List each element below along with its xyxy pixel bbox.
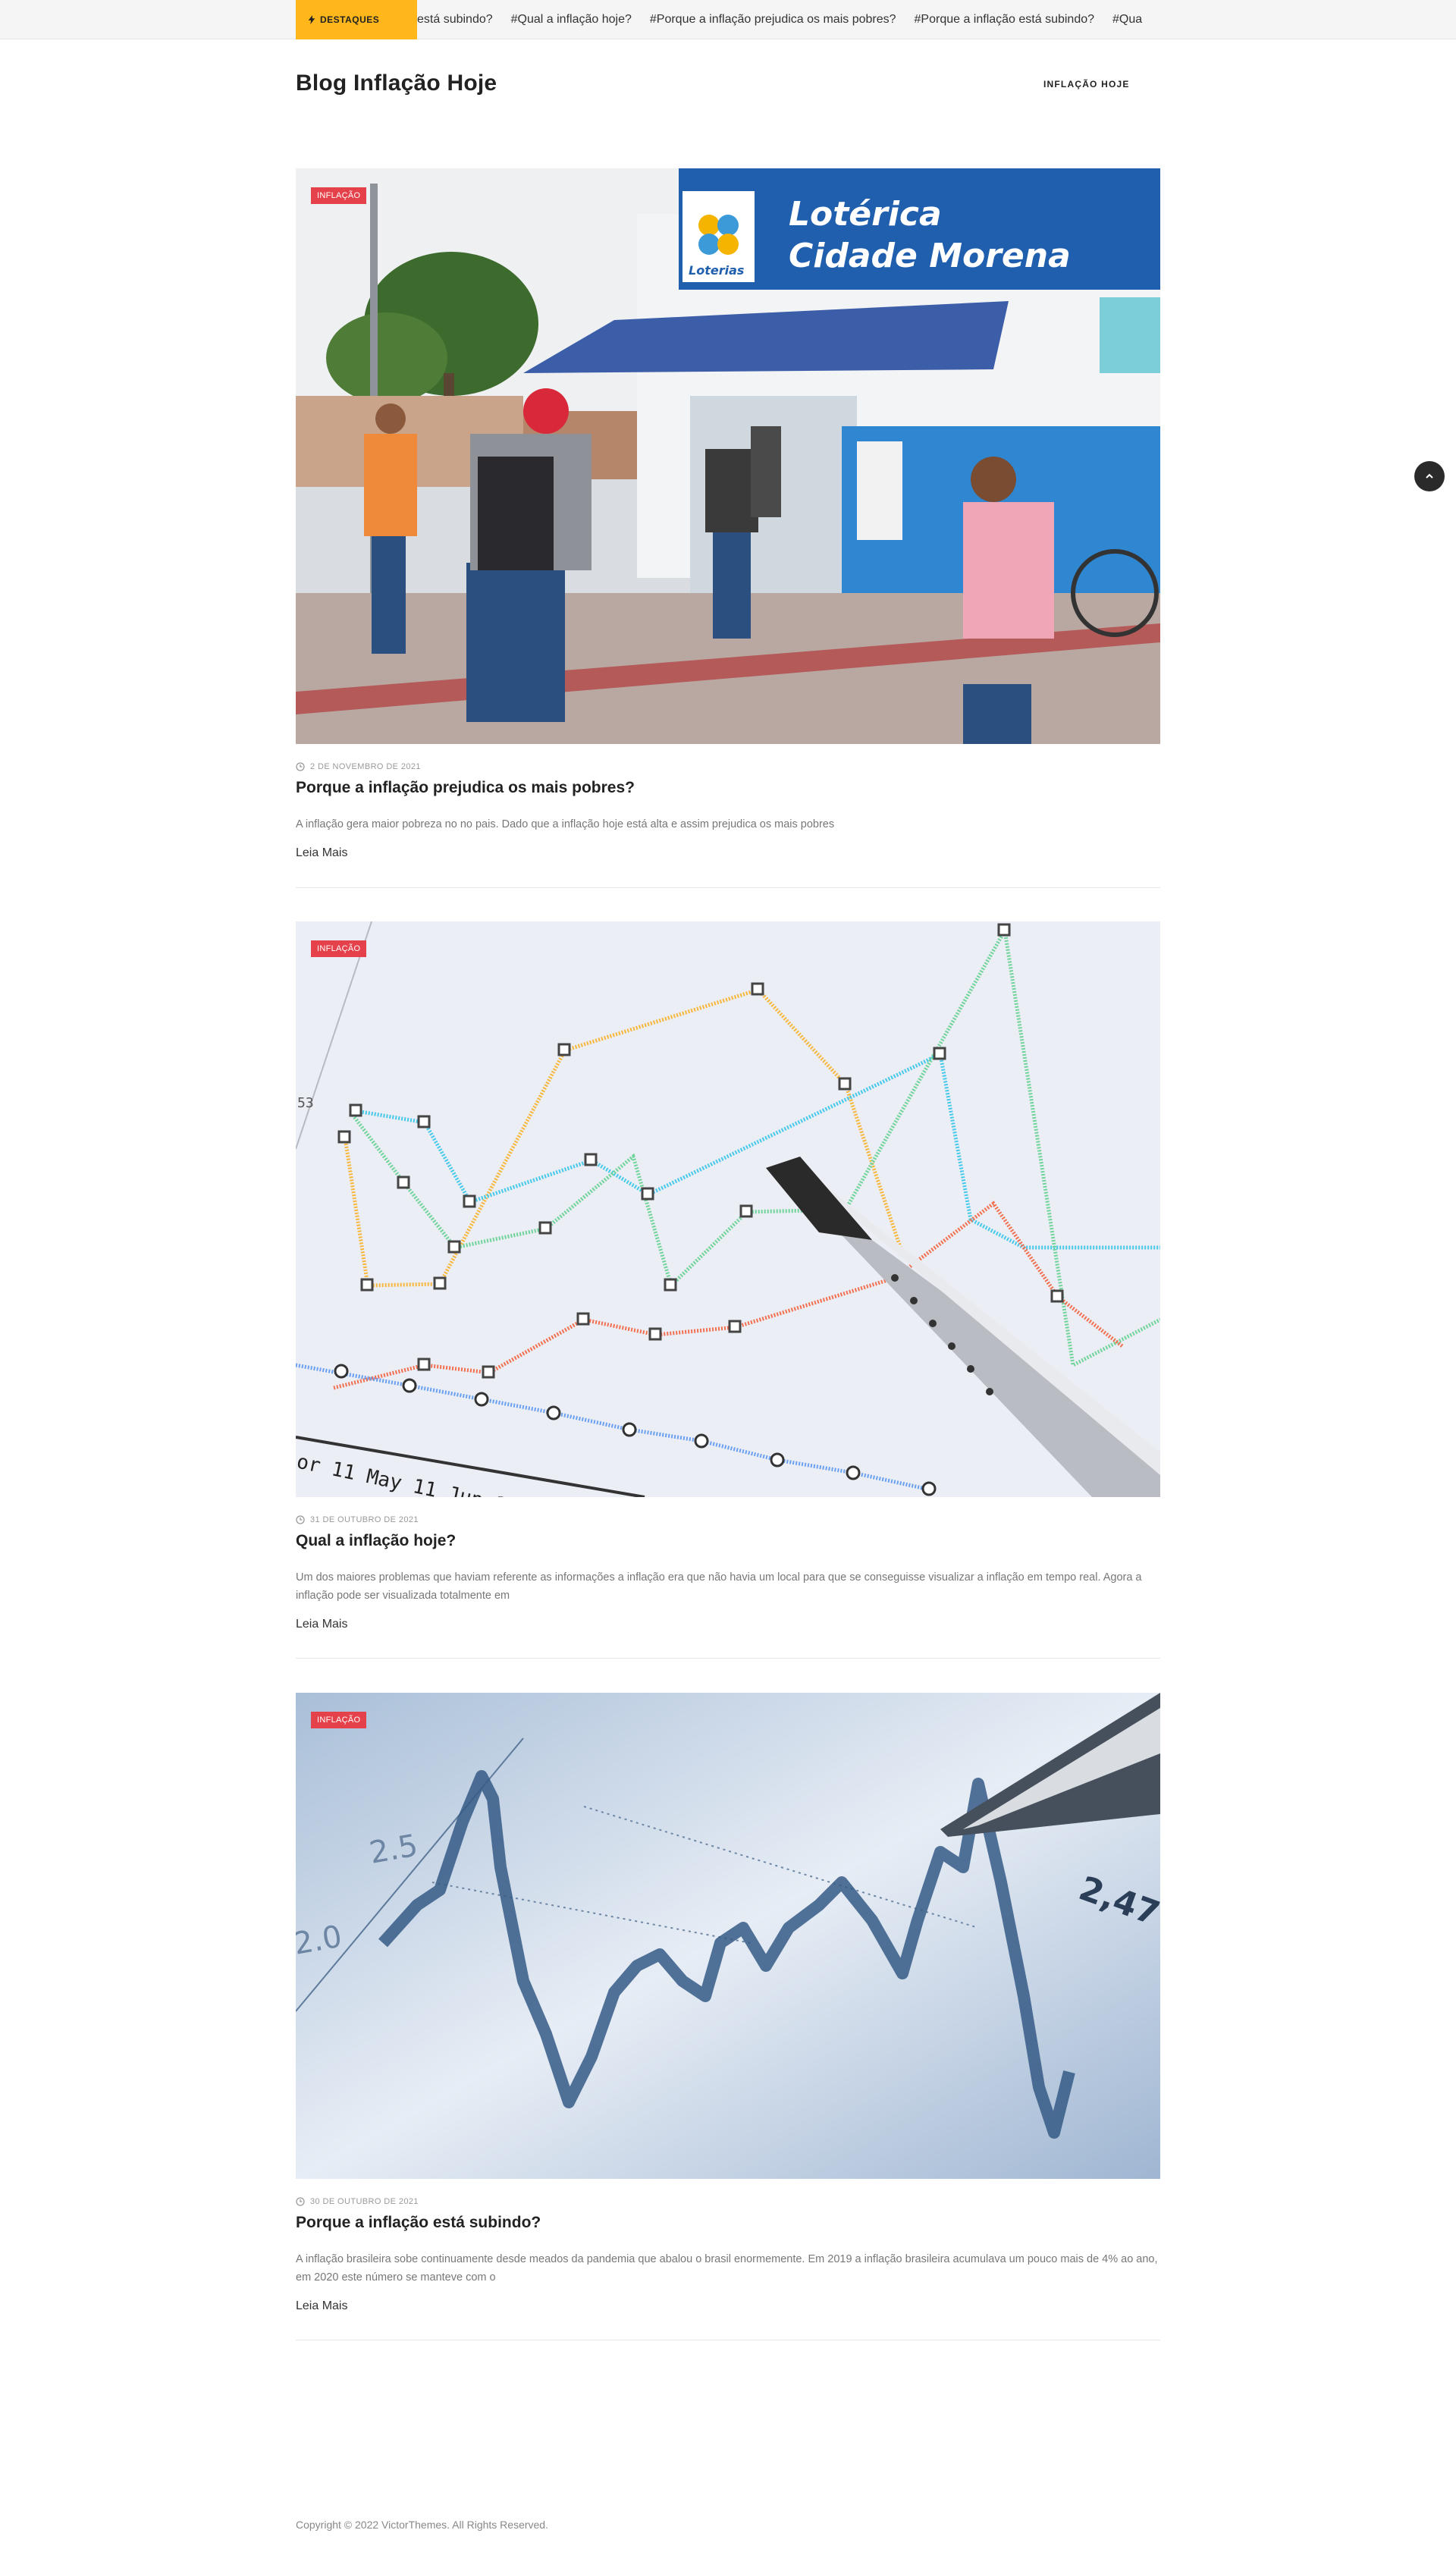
post-meta: 2 DE NOVEMBRO DE 2021 (296, 762, 1160, 771)
lottery-shop-photo: Loterias Lotérica Cidade Morena (296, 168, 1160, 744)
clock-icon (296, 762, 305, 771)
read-more-link[interactable]: Leia Mais (296, 846, 347, 860)
post-image[interactable]: 2.5 2.0 2,47 INFLAÇÃO (296, 1693, 1160, 2179)
post-card: 2.5 2.0 2,47 INFLAÇÃO 30 DE OUTUBRO DE 2… (296, 1693, 1160, 2313)
read-more-link[interactable]: Leia Mais (296, 2299, 347, 2313)
site-title[interactable]: Blog Inflação Hoje (296, 71, 497, 96)
post-divider (296, 887, 1160, 888)
ticker-item[interactable]: #Qual a inflação hoje? (511, 13, 632, 27)
ticker-item[interactable]: #Qua (1112, 13, 1142, 27)
post-excerpt: A inflação brasileira sobe continuamente… (296, 2253, 1158, 2284)
ticker-item[interactable]: #Porque a inflação está subindo? (915, 13, 1095, 27)
photo-axis-number: 53 (297, 1095, 314, 1111)
category-badge[interactable]: INFLAÇÃO (311, 940, 367, 957)
ticker-item[interactable]: #Porque a inflação prejudica os mais pob… (650, 13, 896, 27)
post-divider (296, 1658, 1160, 1659)
post-date: 30 DE OUTUBRO DE 2021 (310, 2197, 419, 2206)
category-badge[interactable]: INFLAÇÃO (311, 187, 367, 204)
ticker-label-text: DESTAQUES (320, 14, 380, 25)
post-card: 53 or 11 May 11 Jun 11 INFLAÇÃO 31 DE OU… (296, 921, 1160, 1631)
post-date: 31 DE OUTUBRO DE 2021 (310, 1515, 419, 1524)
post-title[interactable]: Porque a inflação está subindo? (296, 2214, 1160, 2232)
chart-with-pen-photo: 53 or 11 May 11 Jun 11 (296, 921, 1160, 1497)
post-image[interactable]: Loterias Lotérica Cidade Morena INFLAÇÃO (296, 168, 1160, 744)
post-image[interactable]: 53 or 11 May 11 Jun 11 INFLAÇÃO (296, 921, 1160, 1497)
post-date: 2 DE NOVEMBRO DE 2021 (310, 762, 421, 771)
top-ticker-bar: DESTAQUES está subindo? #Qual a inflação… (0, 0, 1456, 39)
post-excerpt: Um dos maiores problemas que haviam refe… (296, 1571, 1142, 1602)
post-meta: 30 DE OUTUBRO DE 2021 (296, 2197, 1160, 2206)
post-card: Loterias Lotérica Cidade Morena INFLAÇÃO… (296, 168, 1160, 860)
post-title[interactable]: Qual a inflação hoje? (296, 1532, 1160, 1550)
post-excerpt: A inflação gera maior pobreza no no pais… (296, 818, 835, 830)
ticker-label: DESTAQUES (296, 0, 417, 39)
stock-chart-photo: 2.5 2.0 2,47 (296, 1693, 1160, 2179)
post-meta: 31 DE OUTUBRO DE 2021 (296, 1515, 1160, 1524)
read-more-link[interactable]: Leia Mais (296, 1618, 347, 1631)
sign-line1: Lotérica (789, 195, 942, 234)
category-badge[interactable]: INFLAÇÃO (311, 1712, 367, 1728)
clock-icon (296, 1515, 305, 1524)
scroll-to-top-button[interactable] (1414, 461, 1445, 491)
clock-icon (296, 2197, 305, 2206)
chevron-up-icon (1426, 473, 1433, 479)
ticker-item[interactable]: está subindo? (417, 13, 493, 27)
ticker-track: está subindo? #Qual a inflação hoje? #Po… (417, 0, 1160, 39)
nav-item-inflacao-hoje[interactable]: INFLAÇÃO HOJE (1043, 79, 1130, 89)
post-title[interactable]: Porque a inflação prejudica os mais pobr… (296, 779, 1160, 797)
bolt-icon (308, 15, 315, 24)
sign-logo-text: Loterias (689, 263, 744, 278)
sign-line2: Cidade Morena (789, 237, 1071, 275)
footer-copyright: Copyright © 2022 VictorThemes. All Right… (296, 2519, 548, 2531)
